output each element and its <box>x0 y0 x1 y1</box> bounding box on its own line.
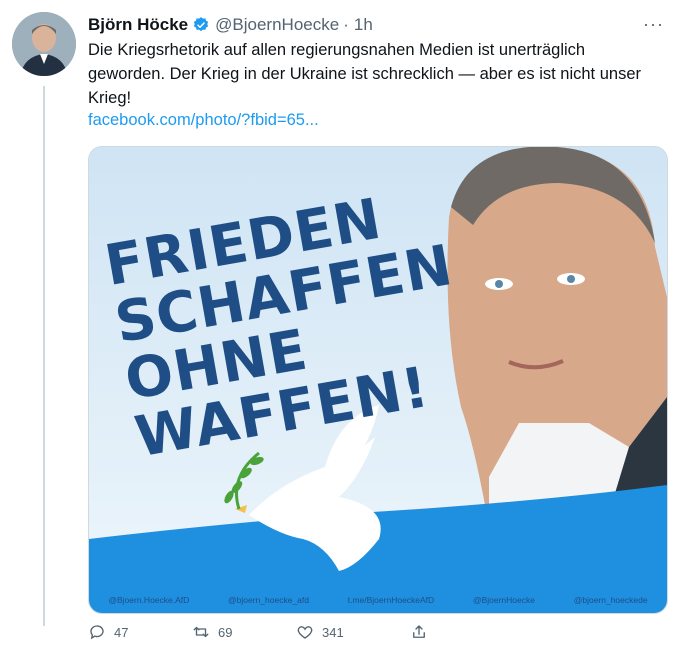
tweet-image[interactable]: FRIEDEN SCHAFFEN OHNE WAFFEN! @Bjoern.Ho… <box>88 146 668 614</box>
poster-social-footer: @Bjoern.Hoecke.AfD @bjoern_hoecke_afd t.… <box>89 587 667 613</box>
tweet-header: Björn Höcke @BjoernHoecke · 1h ··· <box>88 14 664 36</box>
twitter-handle: @BjoernHoecke <box>472 595 535 605</box>
tweet-time[interactable]: 1h <box>354 15 373 35</box>
more-options-icon[interactable]: ··· <box>643 14 664 35</box>
verified-badge-icon <box>194 17 209 32</box>
avatar[interactable] <box>12 12 76 76</box>
instagram-handle: @bjoern_hoecke_afd <box>228 595 309 605</box>
separator-dot: · <box>343 15 349 34</box>
share-icon <box>413 625 425 638</box>
like-button[interactable]: 341 <box>296 623 410 641</box>
reply-count: 47 <box>114 624 129 640</box>
tweet-actions: 47 69 341 <box>88 620 468 644</box>
author-handle[interactable]: @BjoernHoecke <box>215 15 339 35</box>
retweet-button[interactable]: 69 <box>192 623 296 641</box>
website-handle: @bjoern_hoeckede <box>573 595 648 605</box>
telegram-link: t.me/BjoernHoeckeAfD <box>347 595 435 605</box>
reply-icon <box>90 625 104 640</box>
share-button[interactable] <box>410 623 436 641</box>
retweet-count: 69 <box>218 624 233 640</box>
reply-button[interactable]: 47 <box>88 623 192 641</box>
thread-line <box>43 86 45 626</box>
like-count: 341 <box>322 624 344 640</box>
facebook-handle: @Bjoern.Hoecke.AfD <box>108 595 190 605</box>
heart-icon <box>297 626 313 639</box>
author-name[interactable]: Björn Höcke <box>88 15 188 35</box>
retweet-icon <box>193 626 209 638</box>
tweet-link[interactable]: facebook.com/photo/?fbid=65... <box>88 111 319 130</box>
tweet-text: Die Kriegsrhetorik auf allen regierungsn… <box>88 41 641 107</box>
